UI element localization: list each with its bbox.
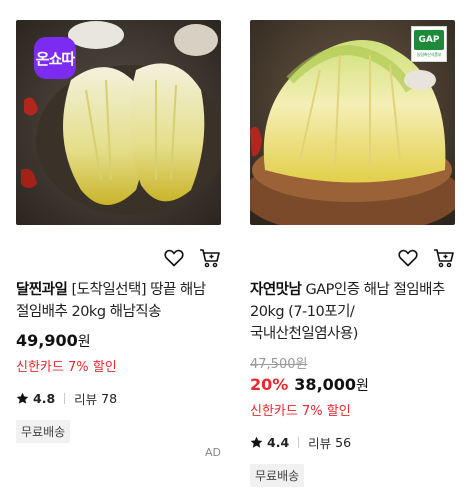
product-title[interactable]: 달찐과일 [도착일선택] 땅끝 해남 절임배추 20kg 해남직송 [16, 279, 221, 323]
divider [64, 393, 66, 404]
review-count: 56 [335, 435, 352, 450]
rating-score: 4.8 [33, 391, 56, 406]
product-card[interactable]: 온쇼따 달찐과일 [도착일선택] 땅끝 해남 절임배추 20kg 해남직송 49… [16, 20, 221, 443]
card-promo-text: 신한카드 7% 할인 [16, 360, 117, 375]
discount-rate: 20% [250, 375, 289, 394]
cart-icon[interactable] [199, 247, 221, 269]
divider [298, 437, 300, 448]
sale-price: 38,000원 [294, 375, 369, 394]
star-icon [250, 436, 263, 448]
product-card[interactable]: GAP 농림축산식품부 자연맛남 GAP인증 해남 절임배추 20kg (7-1… [250, 20, 455, 487]
ad-label: AD [205, 446, 221, 459]
product-title[interactable]: 자연맛남 GAP인증 해남 절임배추 20kg (7-10포기/국내산천일염사용… [250, 279, 455, 345]
rating-row: 4.4 리뷰 56 [250, 433, 455, 452]
brand-name: 달찐과일 [16, 282, 68, 298]
rating-score: 4.4 [267, 435, 290, 450]
product-image[interactable]: 온쇼따 [16, 20, 221, 225]
heart-icon[interactable] [163, 247, 185, 269]
product-image[interactable]: GAP 농림축산식품부 [250, 20, 455, 225]
rating-row: 4.8 리뷰 78 [16, 389, 221, 408]
review-count: 78 [101, 391, 118, 406]
free-shipping-badge: 무료배송 [16, 420, 71, 443]
brand-name: 자연맛남 [250, 282, 302, 298]
sale-price: 49,900원 [16, 331, 91, 350]
price-row: 20% 38,000원 [250, 375, 455, 395]
live-badge: 온쇼따 [34, 37, 76, 79]
gap-certification-badge: GAP 농림축산식품부 [411, 26, 447, 62]
star-icon [16, 392, 29, 404]
review-label: 리뷰 [308, 436, 332, 451]
card-actions [16, 241, 221, 275]
card-promo-text: 신한카드 7% 할인 [250, 404, 351, 419]
card-actions [250, 241, 455, 275]
cart-icon[interactable] [433, 247, 455, 269]
original-price: 47,500원 [250, 357, 308, 372]
review-label: 리뷰 [74, 392, 98, 407]
heart-icon[interactable] [397, 247, 419, 269]
price-row: 49,900원 [16, 331, 221, 351]
free-shipping-badge: 무료배송 [250, 464, 305, 487]
